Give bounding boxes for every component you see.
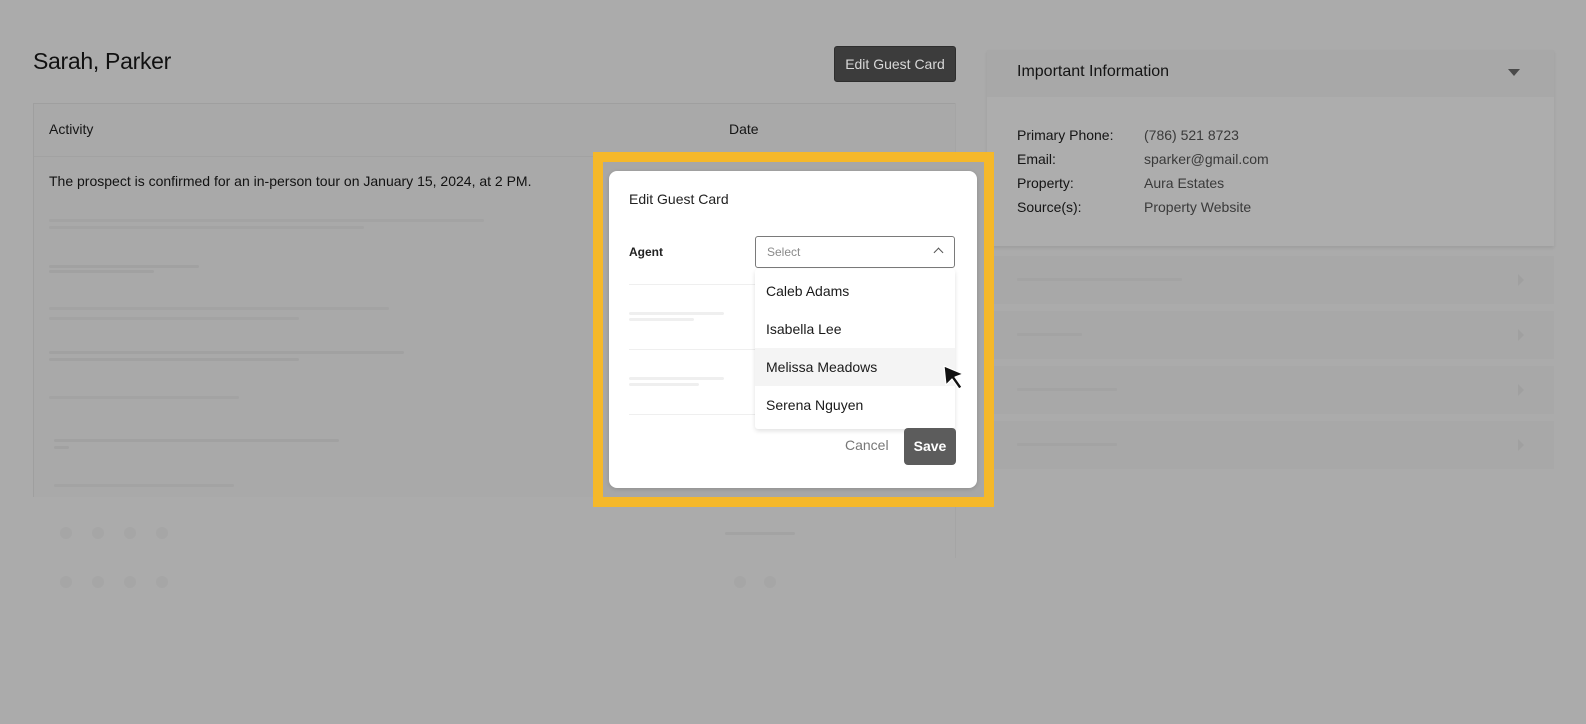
- chevron-right-icon: [1518, 274, 1524, 286]
- agent-option-isabella-lee[interactable]: Isabella Lee: [755, 310, 955, 348]
- activity-row-text: The prospect is confirmed for an in-pers…: [49, 173, 532, 189]
- chevron-up-icon[interactable]: [933, 247, 944, 258]
- sources-label: Source(s):: [1017, 199, 1082, 215]
- agent-option-melissa-meadows[interactable]: Melissa Meadows: [755, 348, 955, 386]
- edit-guest-card-modal: Edit Guest Card Agent Select Caleb Adams…: [609, 171, 977, 488]
- important-information-title: Important Information: [1017, 63, 1170, 80]
- email-label: Email:: [1017, 151, 1056, 167]
- important-information-header[interactable]: Important Information: [987, 50, 1554, 97]
- edit-guest-card-button[interactable]: Edit Guest Card: [834, 46, 956, 82]
- primary-phone-label: Primary Phone:: [1017, 127, 1114, 143]
- collapsed-section[interactable]: [987, 421, 1554, 469]
- column-header-date: Date: [729, 121, 759, 137]
- chevron-down-icon[interactable]: [1508, 69, 1520, 76]
- cancel-button[interactable]: Cancel: [845, 437, 889, 453]
- agent-dropdown-list: Caleb Adams Isabella Lee Melissa Meadows…: [755, 269, 955, 429]
- agent-option-caleb-adams[interactable]: Caleb Adams: [755, 272, 955, 310]
- column-header-activity: Activity: [49, 121, 94, 137]
- property-value: Aura Estates: [1144, 175, 1225, 191]
- important-information-panel: Important Information Primary Phone: (78…: [987, 50, 1554, 246]
- agent-select[interactable]: Select: [755, 236, 955, 268]
- collapsed-section[interactable]: [987, 366, 1554, 414]
- sources-value: Property Website: [1144, 199, 1252, 215]
- activity-table-header: Activity Date: [34, 104, 955, 157]
- agent-option-serena-nguyen[interactable]: Serena Nguyen: [755, 386, 955, 424]
- primary-phone-value: (786) 521 8723: [1144, 127, 1239, 143]
- email-value: sparker@gmail.com: [1144, 151, 1269, 167]
- mouse-pointer-icon: [943, 365, 964, 390]
- collapsed-section[interactable]: [987, 256, 1554, 304]
- agent-select-placeholder: Select: [767, 245, 801, 259]
- modal-title: Edit Guest Card: [629, 191, 729, 207]
- chevron-right-icon: [1518, 384, 1524, 396]
- agent-label: Agent: [629, 245, 663, 259]
- guest-name-title: Sarah, Parker: [33, 48, 171, 74]
- collapsed-section[interactable]: [987, 311, 1554, 359]
- chevron-right-icon: [1518, 329, 1524, 341]
- property-label: Property:: [1017, 175, 1074, 191]
- save-button[interactable]: Save: [904, 428, 956, 465]
- chevron-right-icon: [1518, 439, 1524, 451]
